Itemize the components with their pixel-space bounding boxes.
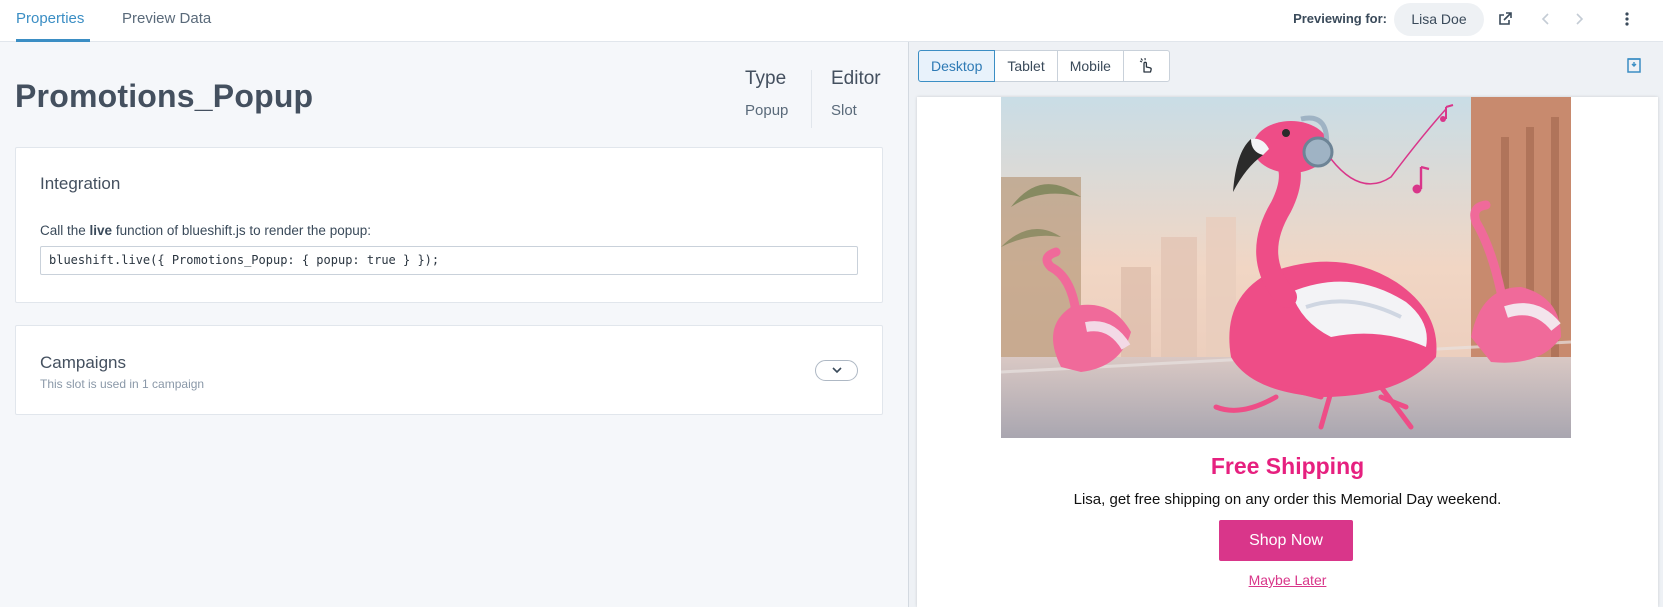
chevron-right-icon[interactable] — [1569, 9, 1589, 29]
previewing-for-label: Previewing for: — [1293, 11, 1387, 26]
type-label: Type — [745, 68, 787, 89]
campaigns-subtitle: This slot is used in 1 campaign — [40, 377, 205, 391]
more-vertical-icon[interactable] — [1617, 9, 1637, 29]
device-desktop-button[interactable]: Desktop — [918, 50, 996, 82]
device-tablet-button[interactable]: Tablet — [994, 50, 1058, 82]
integration-code-field[interactable]: blueshift.live({ Promotions_Popup: { pop… — [40, 246, 858, 275]
popup-body-text: Lisa, get free shipping on any order thi… — [1073, 491, 1502, 508]
device-toggle-group: Desktop Tablet Mobile — [918, 50, 1170, 82]
integration-card: Integration Call the live function of bl… — [15, 147, 883, 303]
preview-panel: Desktop Tablet Mobile Free Shipping Lisa… — [908, 42, 1663, 607]
shop-now-button[interactable]: Shop Now — [1219, 520, 1353, 561]
editor-value: Slot — [831, 102, 857, 119]
meta-divider — [811, 70, 812, 128]
campaigns-title: Campaigns — [40, 353, 126, 372]
chevron-down-icon — [831, 367, 842, 374]
pointer-hand-icon — [1140, 57, 1153, 73]
chevron-left-icon[interactable] — [1536, 9, 1556, 29]
popup-preview-frame: Free Shipping Lisa, get free shipping on… — [917, 97, 1658, 607]
type-meta: Type Popup — [745, 68, 788, 119]
editor-meta: Editor Slot — [831, 68, 881, 119]
type-value: Popup — [745, 102, 789, 119]
tab-preview-data[interactable]: Preview Data — [122, 0, 211, 42]
external-link-icon[interactable] — [1495, 9, 1515, 29]
preview-user-selector[interactable]: Lisa Doe — [1394, 3, 1484, 36]
integration-description: Call the live function of blueshift.js t… — [40, 223, 371, 238]
archive-icon[interactable] — [1625, 56, 1643, 74]
popup-headline: Free Shipping — [1210, 453, 1365, 479]
interact-mode-button[interactable] — [1122, 50, 1170, 82]
page-title: Promotions_Popup — [15, 78, 314, 114]
properties-panel: Promotions_Popup Type Popup Editor Slot … — [0, 42, 908, 607]
integration-title: Integration — [40, 174, 121, 193]
device-mobile-button[interactable]: Mobile — [1056, 50, 1124, 82]
maybe-later-link[interactable]: Maybe Later — [917, 572, 1658, 588]
tab-properties[interactable]: Properties — [16, 0, 90, 42]
top-bar: Properties Preview Data Previewing for: … — [0, 0, 1663, 42]
campaigns-card: Campaigns This slot is used in 1 campaig… — [15, 325, 883, 415]
campaigns-expand-button[interactable] — [815, 360, 858, 381]
flamingo-hero-image — [1001, 97, 1571, 438]
editor-label: Editor — [831, 68, 881, 89]
